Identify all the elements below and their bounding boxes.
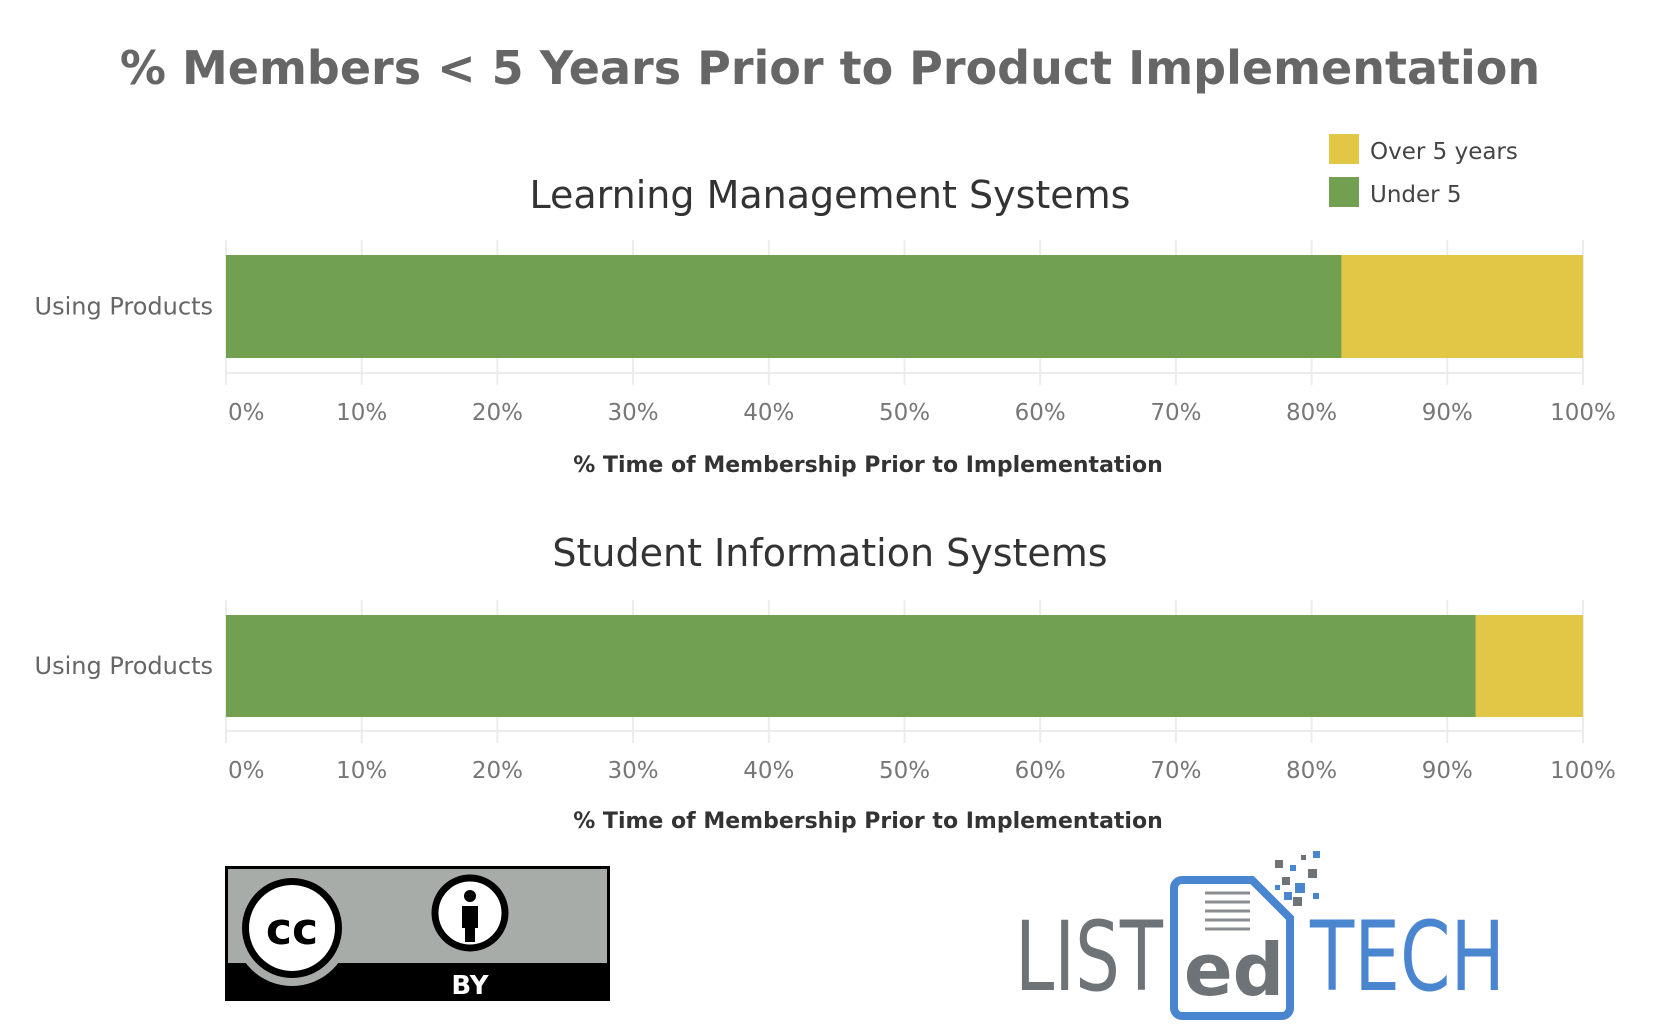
lms-tick-label: 10% xyxy=(336,400,387,426)
sis-tick-label: 10% xyxy=(336,758,387,784)
cc-by-license-badge: cc BY xyxy=(225,866,610,1001)
sis-tick-label: 80% xyxy=(1286,758,1337,784)
sis-tick-label: 30% xyxy=(608,758,659,784)
legend-swatch-under-5 xyxy=(1329,177,1359,207)
lms-subtitle: Learning Management Systems xyxy=(530,173,1131,217)
sis-tick-label: 50% xyxy=(879,758,930,784)
legend-swatch-over-5-years xyxy=(1329,134,1359,164)
sis-x-axis-title: % Time of Membership Prior to Implementa… xyxy=(573,809,1163,834)
lms-tick-label: 90% xyxy=(1422,400,1473,426)
lms-tick-label: 70% xyxy=(1150,400,1201,426)
sis-tick-label: 40% xyxy=(743,758,794,784)
logo-tech-text: TECH xyxy=(1309,901,1505,1013)
cc-icon: cc xyxy=(266,904,318,955)
logo-ed-text: ed xyxy=(1184,928,1284,1012)
lms-tick-label: 20% xyxy=(472,400,523,426)
sis-tick-label: 20% xyxy=(472,758,523,784)
listedtech-logo: LIST ed TECH xyxy=(1015,851,1505,1020)
lms-category-label: Using Products xyxy=(35,293,213,321)
lms-bar-over-5-years[interactable] xyxy=(1341,255,1583,358)
person-head xyxy=(464,890,476,902)
logo-list-text: LIST xyxy=(1015,901,1163,1013)
sis-tick-label: 100% xyxy=(1550,758,1616,784)
by-label: BY xyxy=(451,971,489,1001)
person-legs xyxy=(465,926,475,942)
lms-bar-under-5[interactable] xyxy=(226,255,1342,358)
sis-tick-label: 0% xyxy=(228,758,265,784)
legend-label-under-5: Under 5 xyxy=(1370,182,1462,208)
main-title: % Members < 5 Years Prior to Product Imp… xyxy=(120,41,1540,95)
lms-tick-label: 100% xyxy=(1550,400,1616,426)
sis-tick-label: 90% xyxy=(1422,758,1473,784)
pixel-squares-icon xyxy=(1275,851,1320,906)
sis-chart-panel: Student Information Systems Using Product… xyxy=(35,531,1616,834)
lms-chart-panel: Learning Management Systems Using Product… xyxy=(35,173,1616,478)
sis-tick-label: 70% xyxy=(1150,758,1201,784)
sis-bar-over-5-years[interactable] xyxy=(1475,615,1583,717)
lms-tick-label: 80% xyxy=(1286,400,1337,426)
lms-tick-label: 30% xyxy=(608,400,659,426)
lms-tick-label: 50% xyxy=(879,400,930,426)
sis-category-label: Using Products xyxy=(35,652,213,680)
lms-tick-label: 40% xyxy=(743,400,794,426)
lms-tick-label: 60% xyxy=(1015,400,1066,426)
person-body xyxy=(462,906,478,928)
lms-x-axis-title: % Time of Membership Prior to Implementa… xyxy=(573,453,1163,478)
sis-tick-label: 60% xyxy=(1015,758,1066,784)
sis-bar-under-5[interactable] xyxy=(226,615,1476,717)
legend-label-over-5-years: Over 5 years xyxy=(1370,139,1518,165)
legend: Over 5 years Under 5 xyxy=(1329,134,1518,208)
sis-subtitle: Student Information Systems xyxy=(552,531,1107,575)
lms-tick-label: 0% xyxy=(228,400,265,426)
